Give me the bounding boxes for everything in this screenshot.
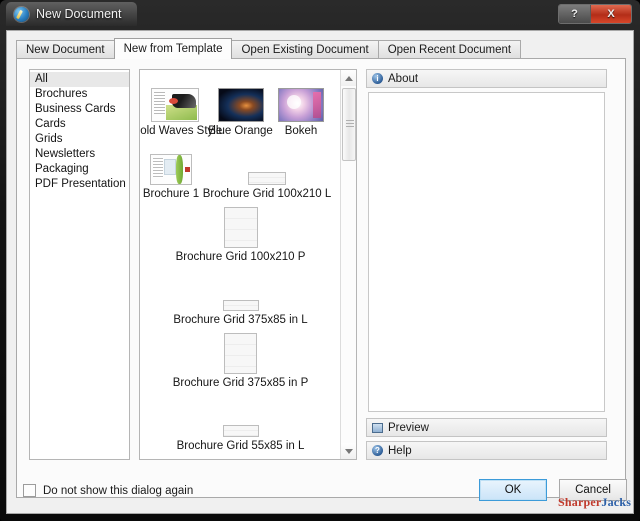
tab-new-document[interactable]: New Document [16,40,115,59]
template-item[interactable]: Brochure Grid 375x85 in P [140,328,341,391]
category-item-grids[interactable]: Grids [30,132,129,147]
category-item-all[interactable]: All [30,72,129,87]
template-scrollbar[interactable] [340,70,356,459]
dialog-footer: Do not show this dialog again OK Cancel … [7,473,635,513]
template-row [140,454,341,460]
category-item-packaging[interactable]: Packaging [30,162,129,177]
template-thumb-box [151,76,199,122]
help-circle-icon: ? [372,445,383,456]
template-label: Brochure Grid 55x85 in L [177,439,305,454]
dont-show-again-group[interactable]: Do not show this dialog again [23,484,193,497]
watermark-part-1: Sharper [558,495,601,509]
template-thumb-box [223,391,259,437]
template-row: Brochure 1 Brochure Grid 100x210 L [140,139,341,202]
info-column: i About Preview ? Help [366,69,607,460]
preview-section-header[interactable]: Preview [366,418,607,437]
help-label: Help [388,445,412,457]
preview-monitor-icon [372,423,383,433]
category-item-cards[interactable]: Cards [30,117,129,132]
template-thumbnail-blank-landscape[interactable] [223,425,259,437]
template-item[interactable]: Bokeh [272,76,330,139]
template-thumb-box [224,454,258,460]
application-window: New Document ? X New Document New from T… [0,0,640,521]
template-label: Blue Orange [208,124,273,139]
template-row: 3Fold Waves StyleBlue Orange Bokeh [140,76,341,139]
grip-icon [346,120,354,121]
template-thumb-box [224,328,257,374]
about-label: About [388,73,418,85]
tab-open-recent-document[interactable]: Open Recent Document [378,40,521,59]
scrollbar-thumb[interactable] [342,88,356,161]
scroll-down-button[interactable] [341,443,357,459]
tab-bar: New Document New from Template Open Exis… [16,38,520,59]
chevron-down-icon [345,449,353,454]
template-thumbnail-brochure-waves[interactable] [151,88,199,122]
window-title: New Document [36,7,121,21]
about-section-header[interactable]: i About [366,69,607,88]
template-thumbnail-blank-portrait[interactable] [224,207,258,248]
template-item[interactable]: Brochure Grid 375x85 in L [140,265,341,328]
scribus-pen-icon [14,7,29,22]
template-row: Brochure Grid 375x85 in L [140,265,341,328]
template-item[interactable]: Blue Orange [209,76,272,139]
close-button[interactable]: X [591,5,631,23]
category-item-newsletters[interactable]: Newsletters [30,147,129,162]
template-item[interactable]: Brochure Grid 100x210 P [140,202,341,265]
dont-show-again-label: Do not show this dialog again [43,485,193,497]
watermark-part-2: Jacks [601,495,631,509]
template-thumbnail-blank-landscape[interactable] [223,300,259,311]
template-grid[interactable]: 3Fold Waves StyleBlue OrangeBokehBrochur… [140,70,341,459]
window-controls: ? X [558,4,632,24]
template-thumb-box [150,139,192,185]
category-item-business-cards[interactable]: Business Cards [30,102,129,117]
template-label: Brochure 1 [143,187,199,202]
new-document-dialog: New Document New from Template Open Exis… [6,30,634,514]
template-item[interactable]: Brochure Grid 100x210 L [202,139,332,202]
scroll-up-button[interactable] [341,70,357,86]
ok-button[interactable]: OK [479,479,547,501]
template-label: Brochure Grid 375x85 in P [173,376,309,391]
template-item[interactable]: Brochure 1 [140,139,202,202]
tab-panel: AllBrochuresBusiness CardsCardsGridsNews… [16,58,626,498]
template-label: Brochure Grid 100x210 L [203,187,332,202]
tab-open-existing-document[interactable]: Open Existing Document [231,40,378,59]
template-thumbnail-blank-portrait[interactable] [224,333,257,374]
template-label: Brochure Grid 100x210 P [176,250,306,265]
template-row: Brochure Grid 375x85 in P [140,328,341,391]
template-thumbnail-bokeh[interactable] [278,88,324,122]
category-list[interactable]: AllBrochuresBusiness CardsCardsGridsNews… [29,69,130,460]
chevron-up-icon [345,76,353,81]
template-item[interactable]: Brochure Grid 55x85 in L [140,391,341,454]
template-row: Brochure Grid 100x210 P [140,202,341,265]
category-item-brochures[interactable]: Brochures [30,87,129,102]
watermark: SharperJacks [558,495,631,510]
template-thumb-box [223,265,259,311]
help-button[interactable]: ? [559,5,591,23]
content-columns: AllBrochuresBusiness CardsCardsGridsNews… [29,69,617,460]
template-thumb-box [224,202,258,248]
template-thumb-box [218,76,264,122]
info-circle-icon: i [372,73,383,84]
window-title-group: New Document [6,2,137,26]
dont-show-again-checkbox[interactable] [23,484,36,497]
template-thumb-box [248,139,286,185]
tab-new-from-template[interactable]: New from Template [114,38,233,59]
template-thumbnail-blank-landscape[interactable] [248,172,286,185]
template-row: Brochure Grid 55x85 in L [140,391,341,454]
category-item-pdf-presentation[interactable]: PDF Presentation [30,177,129,192]
help-section-header[interactable]: ? Help [366,441,607,460]
title-bar: New Document ? X [0,0,640,30]
template-item[interactable]: 3Fold Waves Style [140,76,209,139]
about-content [368,92,605,412]
template-thumb-box [278,76,324,122]
template-thumbnail-blue-orange[interactable] [218,88,264,122]
template-browser: 3Fold Waves StyleBlue OrangeBokehBrochur… [139,69,357,460]
template-item[interactable] [140,454,341,460]
template-label: Brochure Grid 375x85 in L [173,313,307,328]
template-thumbnail-brochure-green[interactable] [150,154,192,185]
preview-label: Preview [388,422,429,434]
template-label: Bokeh [285,124,318,139]
